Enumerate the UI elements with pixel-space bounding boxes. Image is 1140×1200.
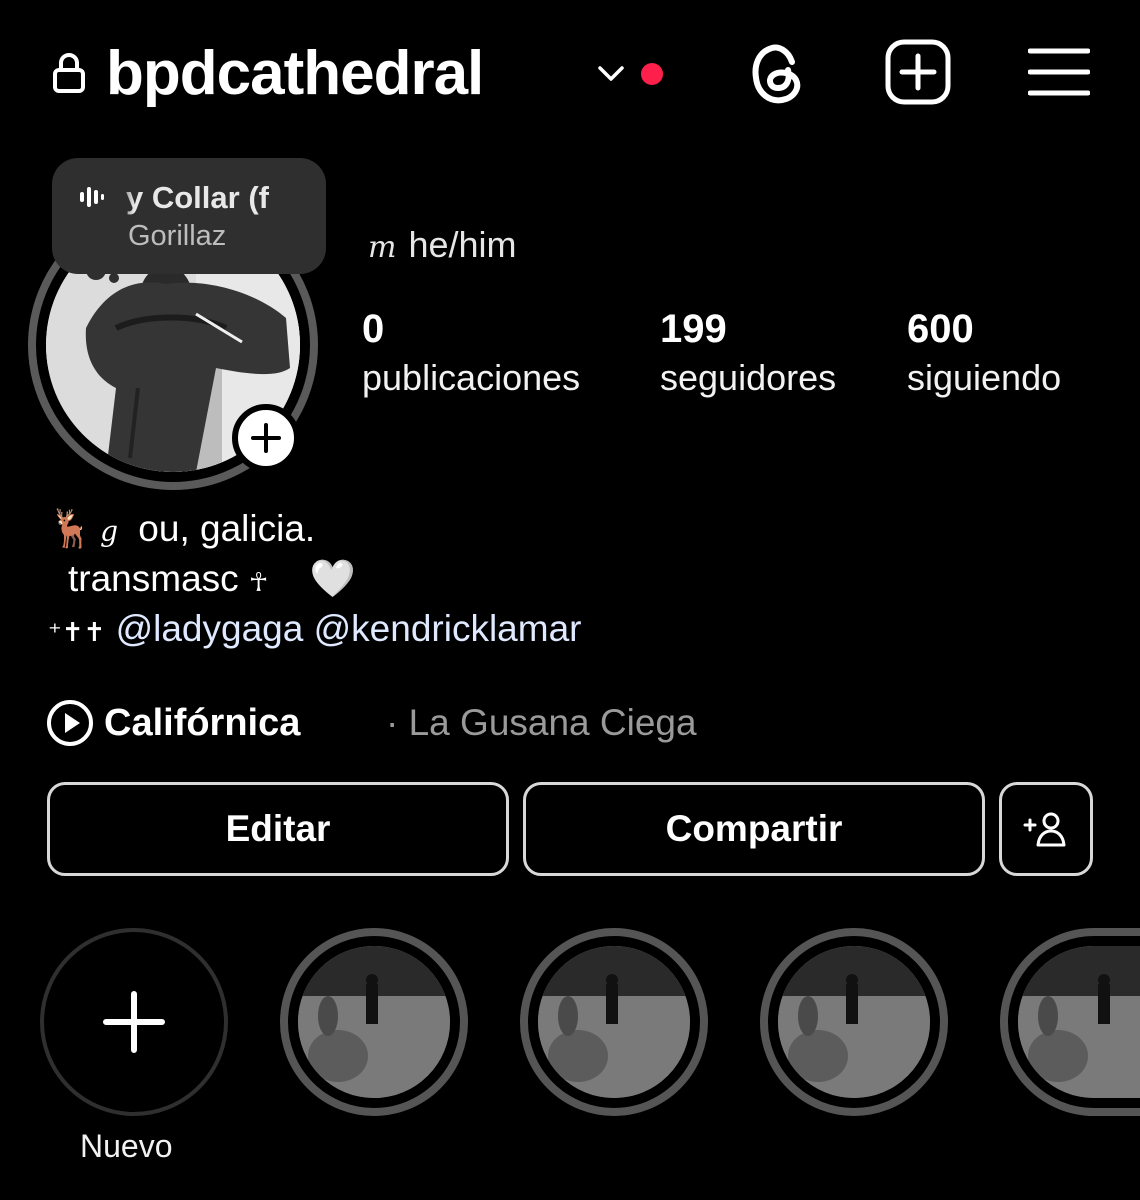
- stat-following-label: siguiendo: [907, 357, 1062, 398]
- stat-posts-value: 0: [362, 307, 385, 351]
- highlight-cover: [1018, 946, 1140, 1098]
- bio-line-1: 🦌 g ou, galicia.: [48, 504, 581, 554]
- bio-identity: transmasc: [68, 558, 239, 599]
- stat-posts: 0 publicaciones: [362, 306, 580, 404]
- white-heart-emoji: 🤍: [309, 558, 356, 599]
- highlight-item[interactable]: [1000, 928, 1140, 1116]
- pronouns-text: he/him: [408, 224, 517, 265]
- highlight-cover: [538, 946, 690, 1098]
- pronouns: m he/him: [368, 222, 517, 271]
- crosses-symbol: ⁺✝✝: [48, 618, 106, 648]
- music-artist: · La Gusana Ciega: [386, 696, 697, 750]
- stat-followers-label: seguidores: [660, 357, 837, 398]
- bio-line-3: ⁺✝✝ @ladygaga @kendricklamar: [48, 604, 581, 654]
- notification-dot: [641, 63, 663, 85]
- bio: 🦌 g ou, galicia. transmasc ☥ 🤍 ⁺✝✝ @ladyg…: [48, 504, 581, 654]
- new-highlight-button[interactable]: [40, 928, 228, 1116]
- music-separator: ·: [386, 702, 399, 743]
- edit-profile-button[interactable]: Editar: [47, 782, 509, 876]
- audio-bars-icon: [80, 187, 104, 207]
- highlight-item[interactable]: [280, 928, 468, 1116]
- stat-followers-value: 199: [660, 307, 727, 351]
- profile-header: bpdcathedral: [0, 0, 1140, 150]
- mention-kendricklamar[interactable]: @kendricklamar: [314, 608, 582, 649]
- music-artist-name: La Gusana Ciega: [408, 702, 697, 743]
- cross-symbol: ☥: [248, 568, 269, 598]
- share-profile-button[interactable]: Compartir: [523, 782, 985, 876]
- plus-icon: [251, 423, 281, 453]
- highlight-cover: [778, 946, 930, 1098]
- discover-people-button[interactable]: [999, 782, 1093, 876]
- bio-line-2: transmasc ☥ 🤍: [48, 554, 581, 604]
- music-song: Califórnica: [104, 702, 301, 744]
- highlight-item[interactable]: [520, 928, 708, 1116]
- add-story-button[interactable]: [232, 404, 300, 472]
- stat-followers[interactable]: 199 seguidores: [660, 306, 836, 404]
- note-bubble-tail: [86, 264, 119, 283]
- new-post-icon[interactable]: [884, 38, 952, 106]
- highlight-item[interactable]: [760, 928, 948, 1116]
- highlight-cover: [298, 946, 450, 1098]
- mention-ladygaga[interactable]: @ladygaga: [116, 608, 304, 649]
- add-person-icon: [1023, 812, 1066, 847]
- note-fade-right: [276, 178, 322, 218]
- bio-location: ou, galicia.: [138, 508, 316, 549]
- bio-script-symbol: g: [100, 515, 119, 548]
- stat-following-value: 600: [907, 307, 974, 351]
- stat-posts-label: publicaciones: [362, 357, 581, 398]
- note-fade-left: [114, 178, 134, 218]
- plus-icon: [103, 991, 165, 1053]
- pronouns-symbol: m: [368, 230, 397, 265]
- chevron-down-icon[interactable]: [596, 58, 626, 88]
- stat-following[interactable]: 600 siguiendo: [907, 306, 1061, 404]
- lock-icon: [53, 53, 85, 93]
- username[interactable]: bpdcathedral: [106, 34, 484, 114]
- new-highlight-label: Nuevo: [80, 1128, 173, 1164]
- menu-icon[interactable]: [1028, 46, 1090, 98]
- play-circle-icon: [47, 700, 93, 746]
- note-artist: Gorillaz: [128, 220, 227, 252]
- threads-icon[interactable]: [748, 40, 808, 108]
- deer-emoji: 🦌: [48, 508, 95, 549]
